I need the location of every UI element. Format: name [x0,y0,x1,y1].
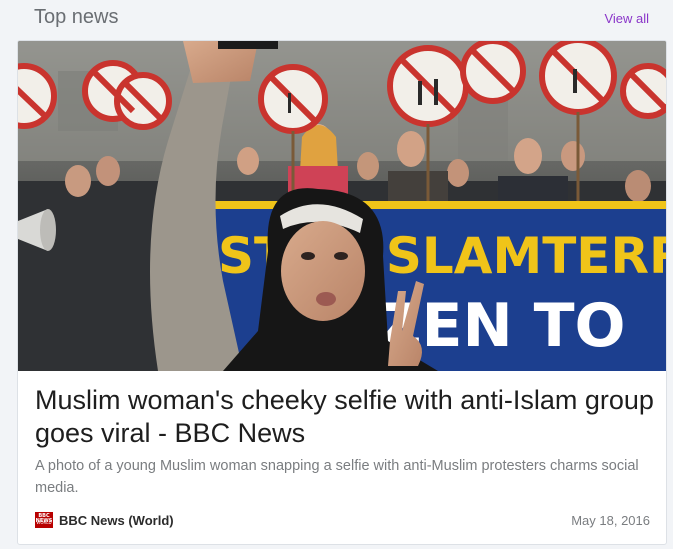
news-photo-image[interactable]: STOPISLAMTERRI ZEN TO [18,41,666,371]
article-date: May 18, 2016 [571,513,650,528]
source-row: BBC NEWS WORLD BBC News (World) May 18, … [35,511,650,531]
view-all-link[interactable]: View all [604,11,649,26]
section-header: Top news View all [0,0,673,38]
bbc-news-logo-icon: BBC NEWS WORLD [35,512,53,528]
source-name[interactable]: BBC News (World) [59,513,174,528]
news-card[interactable]: STOPISLAMTERRI ZEN TO Muslim woman's che… [17,40,667,545]
article-snippet: A photo of a young Muslim woman snapping… [35,458,639,496]
logo-subtext: WORLD [36,520,52,525]
article-headline[interactable]: Muslim woman's cheeky selfie with anti-I… [35,384,655,450]
section-title: Top news [34,6,119,28]
